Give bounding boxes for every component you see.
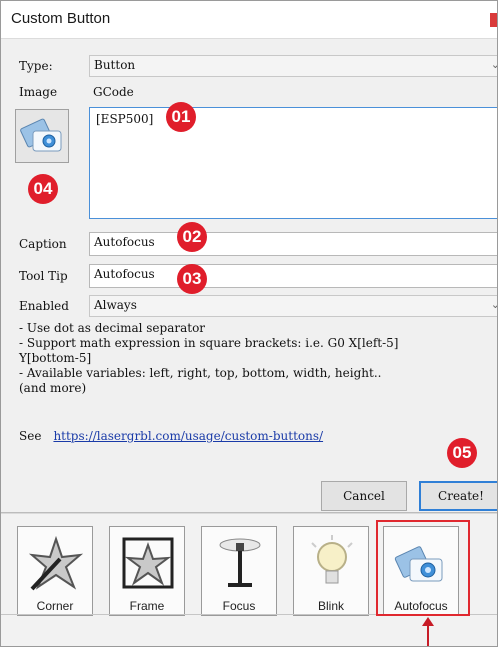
enabled-select-value: Always [94, 298, 137, 312]
window-title: Custom Button [11, 10, 111, 27]
callout-badge-03: 03 [177, 264, 207, 294]
gcode-label: GCode [93, 85, 134, 99]
chevron-down-icon: ⌄ [491, 58, 497, 71]
enabled-label: Enabled [19, 299, 69, 313]
help-text: - Use dot as decimal separator - Support… [19, 321, 399, 395]
focus-icon [219, 538, 261, 587]
chevron-down-icon: ⌄ [491, 298, 497, 311]
blink-icon [311, 535, 353, 584]
caption-label: Caption [19, 237, 67, 251]
custom-button-dialog: Custom Button Type: Button ⌄ Image GCode… [0, 0, 498, 647]
corner-icon [28, 535, 84, 591]
toolbar-button-frame[interactable]: Frame [109, 526, 185, 616]
toolbar-button-focus[interactable]: Focus [201, 526, 277, 616]
type-select-value: Button [94, 58, 136, 72]
tooltip-label: Tool Tip [19, 269, 68, 283]
gcode-textarea[interactable]: [ESP500] [89, 107, 497, 219]
custom-buttons-link[interactable]: https://lasergrbl.com/usage/custom-butto… [53, 429, 323, 443]
annotation-arrow [427, 623, 429, 646]
callout-badge-04: 04 [28, 174, 58, 204]
toolbar-label-blink: Blink [317, 599, 344, 613]
highlight-box [376, 520, 470, 616]
title-bar: Custom Button [1, 1, 497, 39]
callout-badge-05: 05 [447, 438, 477, 468]
type-label: Type: [19, 59, 53, 73]
cancel-button[interactable]: Cancel [321, 481, 407, 511]
autofocus-icon [20, 118, 62, 152]
image-picker-button[interactable] [15, 109, 69, 163]
toolbar-button-corner[interactable]: Corner [17, 526, 93, 616]
caption-input[interactable]: Autofocus [89, 232, 497, 256]
tooltip-input[interactable]: Autofocus [89, 264, 497, 288]
frame-icon [122, 537, 174, 589]
type-select[interactable]: Button ⌄ [89, 55, 497, 77]
toolbar-label-corner: Corner [36, 599, 74, 613]
image-label: Image [19, 85, 58, 99]
see-row: See https://lasergrbl.com/usage/custom-bu… [19, 429, 323, 443]
toolbar-label-focus: Focus [222, 599, 256, 613]
toolbar-button-blink[interactable]: Blink [293, 526, 369, 616]
see-label: See [19, 429, 42, 443]
create-button[interactable]: Create! [419, 481, 497, 511]
toolbar-label-frame: Frame [129, 599, 165, 613]
callout-badge-02: 02 [177, 222, 207, 252]
enabled-select[interactable]: Always ⌄ [89, 295, 497, 317]
callout-badge-01: 01 [166, 102, 196, 132]
close-button[interactable] [490, 13, 497, 27]
